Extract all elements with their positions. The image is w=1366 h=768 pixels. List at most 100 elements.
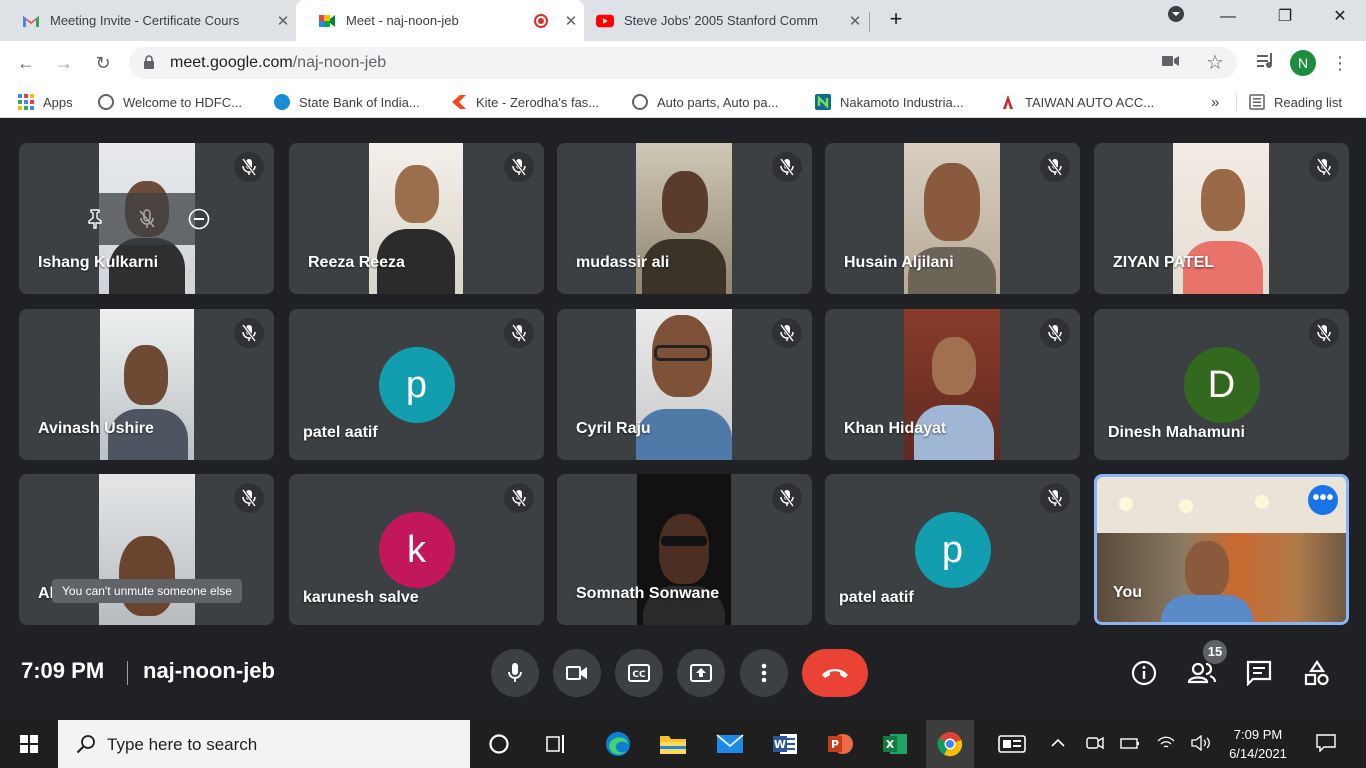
new-tab-button[interactable]: + (873, 2, 919, 38)
participant-tile[interactable]: k karunesh salve (289, 474, 544, 625)
close-tab-icon[interactable]: ✕ (558, 12, 584, 30)
bookmark-divider (1236, 93, 1237, 111)
tab-youtube[interactable]: Steve Jobs' 2005 Stanford Comm ✕ (584, 0, 868, 41)
hang-up-icon (822, 669, 848, 678)
mic-off-icon[interactable] (132, 204, 162, 234)
pin-icon[interactable] (80, 204, 110, 234)
bookmark-autoparts[interactable]: Auto parts, Auto pa... (632, 92, 778, 112)
participant-tile[interactable]: p patel aatif (289, 309, 544, 460)
media-control-icon[interactable] (1252, 49, 1280, 77)
camera-button[interactable] (553, 649, 601, 697)
participant-name: Cyril Raju (576, 420, 651, 437)
cortana-icon[interactable] (475, 720, 523, 768)
windows-taskbar: Type here to search W P X 7:09 PM 6/14/2… (0, 720, 1366, 768)
participant-name: ZIYAN PATEL (1113, 254, 1215, 271)
camera-icon (566, 666, 587, 680)
tab-gmail[interactable]: Meeting Invite - Certificate Cours ✕ (0, 0, 296, 41)
back-button[interactable]: ← (12, 49, 40, 77)
volume-icon[interactable] (1190, 732, 1212, 754)
more-options-button[interactable]: ••• (1308, 485, 1338, 515)
microphone-button[interactable] (491, 649, 539, 697)
mail-icon[interactable] (706, 720, 754, 768)
tab-title: Steve Jobs' 2005 Stanford Comm (624, 13, 818, 28)
present-screen-button[interactable] (677, 649, 725, 697)
powerpoint-icon[interactable]: P (816, 720, 864, 768)
bookmark-hdfc[interactable]: Welcome to HDFC... (98, 92, 242, 112)
participant-name: Ishang Kulkarni (38, 254, 159, 271)
muted-icon (1040, 483, 1070, 513)
bookmark-taiwan[interactable]: TAIWAN AUTO ACC... (1000, 92, 1154, 112)
forward-button[interactable]: → (50, 49, 78, 77)
participant-tile[interactable]: mudassir ali (557, 143, 812, 294)
edge-icon[interactable] (594, 720, 642, 768)
bookmark-apps[interactable]: Apps (18, 92, 73, 112)
battery-icon[interactable] (1119, 732, 1141, 754)
people-icon (1187, 662, 1217, 684)
close-window-button[interactable]: ✕ (1317, 0, 1363, 36)
remove-participant-icon[interactable] (184, 204, 214, 234)
svg-text:P: P (831, 738, 839, 751)
menu-kebab-icon[interactable]: ⋮ (1326, 49, 1354, 77)
participant-tile[interactable]: Avinash Ushire (19, 309, 274, 460)
participant-tile[interactable]: D Dinesh Mahamuni (1094, 309, 1349, 460)
participant-name: Avinash Ushire (38, 420, 154, 437)
meet-now-icon[interactable] (1084, 732, 1106, 754)
participant-tile[interactable]: Khan Hidayat (825, 309, 1080, 460)
minimize-button[interactable]: — (1205, 0, 1251, 36)
participant-tile[interactable]: Ishang Kulkarni (19, 143, 274, 294)
url-host: meet.google.com (170, 54, 293, 71)
bookmark-kite[interactable]: Kite - Zerodha's fas... (451, 92, 599, 112)
bookmarks-overflow-button[interactable]: » (1211, 92, 1219, 112)
address-bar[interactable]: meet.google.com/naj-noon-jeb ☆ (129, 47, 1237, 79)
meeting-details-button[interactable] (1126, 655, 1162, 691)
maximize-button[interactable]: ❐ (1262, 0, 1308, 36)
excel-icon[interactable]: X (871, 720, 919, 768)
participant-tile[interactable]: Al You can't unmute someone else (19, 474, 274, 625)
self-tile[interactable]: ••• You (1094, 474, 1349, 625)
start-button[interactable] (0, 720, 58, 768)
reading-list-button[interactable]: Reading list (1249, 92, 1342, 112)
notifications-icon[interactable] (1315, 732, 1337, 754)
browser-toolbar: ← → ↻ meet.google.com/naj-noon-jeb ☆ N ⋮ (0, 41, 1366, 85)
more-options-menu-button[interactable] (740, 649, 788, 697)
profile-avatar[interactable]: N (1290, 50, 1316, 76)
captions-button[interactable]: CC (615, 649, 663, 697)
camera-in-use-icon[interactable] (1161, 53, 1181, 73)
leave-call-button[interactable] (802, 649, 868, 697)
lock-icon (143, 55, 157, 71)
info-icon (1131, 660, 1157, 686)
muted-icon (1040, 318, 1070, 348)
taskbar-clock[interactable]: 7:09 PM 6/14/2021 (1218, 725, 1298, 763)
chrome-icon[interactable] (926, 720, 974, 768)
word-icon[interactable]: W (761, 720, 809, 768)
taskbar-date: 6/14/2021 (1229, 746, 1287, 761)
tray-overflow-icon[interactable] (1047, 732, 1069, 754)
task-view-icon[interactable] (532, 720, 580, 768)
bookmark-nakamoto[interactable]: Nakamoto Industria... (815, 92, 964, 112)
participant-tile[interactable]: Cyril Raju (557, 309, 812, 460)
participant-tile[interactable]: ZIYAN PATEL (1094, 143, 1349, 294)
reload-button[interactable]: ↻ (89, 49, 117, 77)
bookmark-sbi[interactable]: State Bank of India... (274, 92, 420, 112)
taiwan-auto-icon (1000, 94, 1016, 110)
close-tab-icon[interactable]: ✕ (270, 12, 296, 30)
unmute-tooltip: You can't unmute someone else (52, 579, 242, 603)
tab-search-icon[interactable] (1153, 2, 1199, 38)
recording-icon (534, 13, 548, 28)
participant-name: patel aatif (303, 424, 378, 441)
participant-tile[interactable]: Reeza Reeza (289, 143, 544, 294)
tab-meet[interactable]: Meet - naj-noon-jeb ✕ (296, 0, 584, 41)
file-explorer-icon[interactable] (649, 720, 697, 768)
close-tab-icon[interactable]: ✕ (842, 12, 868, 30)
bookmark-label: Kite - Zerodha's fas... (476, 94, 600, 110)
muted-icon (772, 152, 802, 182)
bookmark-star-icon[interactable]: ☆ (1205, 53, 1225, 73)
taskbar-search[interactable]: Type here to search (58, 720, 470, 768)
chat-button[interactable] (1241, 655, 1277, 691)
participant-tile[interactable]: p patel aatif (825, 474, 1080, 625)
activities-button[interactable] (1299, 655, 1335, 691)
participant-tile[interactable]: Somnath Sonwane (557, 474, 812, 625)
wifi-icon[interactable] (1155, 732, 1177, 754)
participant-tile[interactable]: Husain Aljilani (825, 143, 1080, 294)
news-interests-icon[interactable] (988, 720, 1036, 768)
